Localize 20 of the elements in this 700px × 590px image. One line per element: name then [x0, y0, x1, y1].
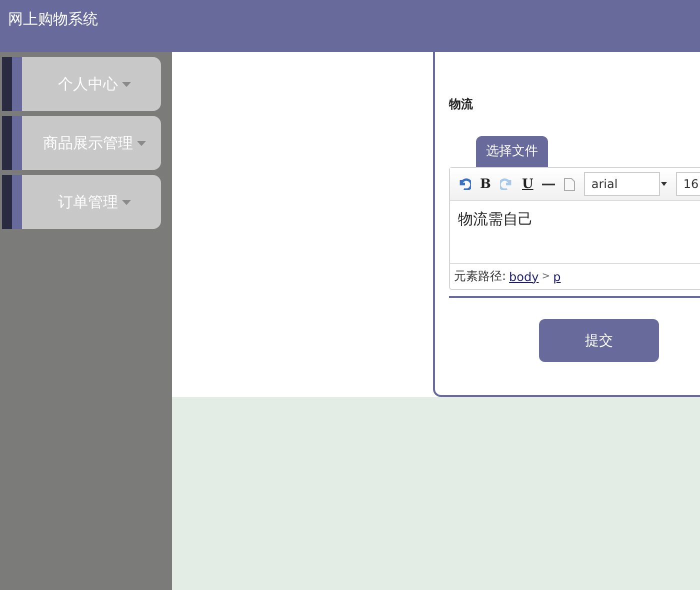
caret-icon [122, 200, 131, 204]
horizontal-rule-icon[interactable] [542, 182, 556, 186]
submit-button[interactable]: 提交 [539, 319, 659, 362]
bold-button[interactable]: B [480, 176, 491, 192]
path-link[interactable]: body [509, 270, 539, 284]
app-title: 网上购物系统 [8, 10, 98, 29]
dropdown-caret-icon[interactable] [661, 182, 668, 186]
field-label: 物流 [449, 96, 474, 113]
element-path-label: 元素路径: [454, 268, 506, 285]
caret-icon [137, 140, 146, 146]
underline-button[interactable]: U [522, 176, 534, 192]
editor-text: 物流需自己 [458, 210, 533, 228]
choose-file-button[interactable]: 选择文件 [476, 136, 548, 167]
path-separator: > [542, 271, 550, 282]
caret-icon [122, 82, 131, 86]
editor-content[interactable]: 物流需自己 [450, 201, 700, 263]
undo-icon[interactable] [458, 178, 471, 190]
path-link[interactable]: p [553, 270, 561, 284]
font-family-select[interactable]: arial [584, 172, 660, 196]
font-size-select[interactable]: 16 [676, 172, 700, 196]
